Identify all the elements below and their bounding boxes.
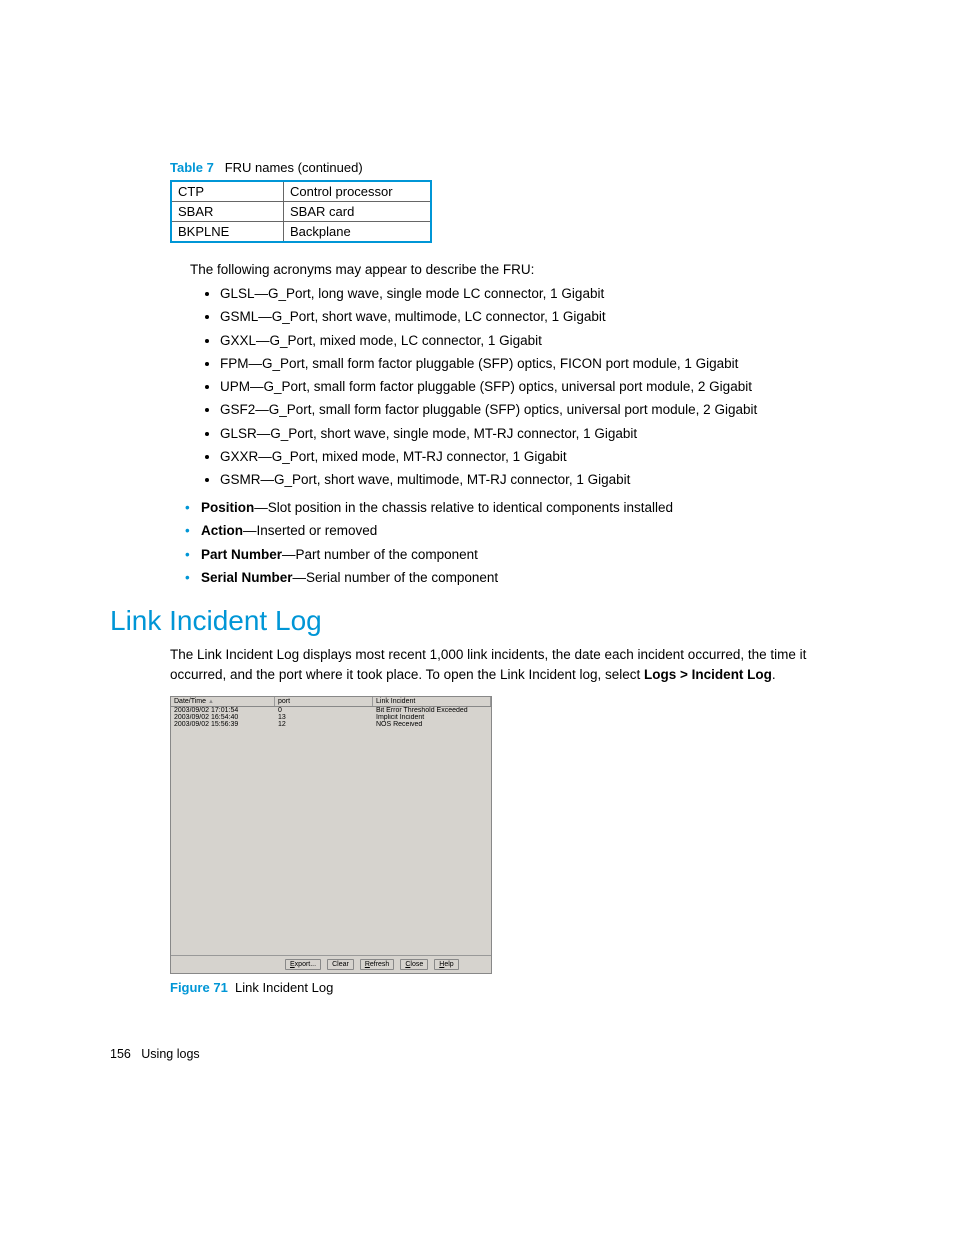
sort-asc-icon: ▲ [208, 699, 214, 705]
list-item: UPM—G_Port, small form factor pluggable … [220, 378, 854, 396]
table-row: BKPLNE Backplane [171, 222, 431, 243]
clear-button[interactable]: Clear [327, 959, 354, 970]
figure-label: Figure 71 [170, 980, 228, 995]
list-item: Position—Slot position in the chassis re… [185, 499, 854, 517]
list-item: GXXL—G_Port, mixed mode, LC connector, 1… [220, 332, 854, 350]
intro-text: The following acronyms may appear to des… [190, 261, 854, 279]
figure-caption: Figure 71 Link Incident Log [170, 980, 854, 995]
col-datetime[interactable]: Date/Time ▲ [171, 697, 275, 706]
log-row[interactable]: 2003/09/02 16:54:40 13 Implicit Incident [171, 714, 491, 721]
cell-datetime: 2003/09/02 15:56:39 [171, 721, 275, 728]
fru-table: CTP Control processor SBAR SBAR card BKP… [170, 180, 432, 243]
section-paragraph: The Link Incident Log displays most rece… [170, 645, 854, 684]
list-item: Action—Inserted or removed [185, 522, 854, 540]
col-port[interactable]: port [275, 697, 373, 706]
def-term: Position [201, 500, 254, 515]
list-item: Part Number—Part number of the component [185, 546, 854, 564]
help-button[interactable]: Help [434, 959, 458, 970]
footer-section: Using logs [141, 1047, 199, 1061]
table-caption: Table 7 FRU names (continued) [170, 160, 854, 175]
list-item: FPM—G_Port, small form factor pluggable … [220, 355, 854, 373]
def-term: Serial Number [201, 570, 293, 585]
figure-title: Link Incident Log [235, 980, 333, 995]
log-window: Date/Time ▲ port Link Incident 2003/09/0… [170, 696, 492, 974]
log-body: 2003/09/02 17:01:54 0 Bit Error Threshol… [171, 707, 491, 955]
def-term: Part Number [201, 547, 282, 562]
log-footer: Export... Clear Refresh Close Help [171, 955, 491, 973]
close-button[interactable]: Close [400, 959, 428, 970]
table-label: Table 7 [170, 160, 214, 175]
list-item: GLSR—G_Port, short wave, single mode, MT… [220, 425, 854, 443]
cell-port: 0 [275, 707, 373, 714]
fru-key: SBAR [171, 202, 284, 222]
def-desc: —Slot position in the chassis relative t… [254, 500, 673, 515]
def-desc: —Inserted or removed [243, 523, 377, 538]
fru-val: Control processor [284, 181, 432, 202]
figure: Date/Time ▲ port Link Incident 2003/09/0… [170, 696, 854, 974]
table-row: SBAR SBAR card [171, 202, 431, 222]
section-heading: Link Incident Log [110, 605, 854, 637]
table-row: CTP Control processor [171, 181, 431, 202]
cell-port: 13 [275, 714, 373, 721]
cell-incident: Bit Error Threshold Exceeded [373, 707, 491, 714]
col-incident[interactable]: Link Incident [373, 697, 491, 706]
cell-datetime: 2003/09/02 17:01:54 [171, 707, 275, 714]
log-row[interactable]: 2003/09/02 17:01:54 0 Bit Error Threshol… [171, 707, 491, 714]
acronym-list: GLSL—G_Port, long wave, single mode LC c… [110, 285, 854, 489]
fru-key: CTP [171, 181, 284, 202]
cell-incident: NOS Received [373, 721, 491, 728]
fru-key: BKPLNE [171, 222, 284, 243]
list-item: GXXR—G_Port, mixed mode, MT-RJ connector… [220, 448, 854, 466]
para-text-end: . [772, 667, 776, 682]
definition-list: Position—Slot position in the chassis re… [110, 499, 854, 587]
list-item: GSF2—G_Port, small form factor pluggable… [220, 401, 854, 419]
list-item: GSMR—G_Port, short wave, multimode, MT-R… [220, 471, 854, 489]
export-button[interactable]: Export... [285, 959, 321, 970]
cell-port: 12 [275, 721, 373, 728]
def-desc: —Part number of the component [282, 547, 478, 562]
log-row[interactable]: 2003/09/02 15:56:39 12 NOS Received [171, 721, 491, 728]
col-label: Date/Time [174, 698, 206, 705]
table-title: FRU names (continued) [225, 160, 363, 175]
fru-val: SBAR card [284, 202, 432, 222]
page-number: 156 [110, 1047, 131, 1061]
cell-datetime: 2003/09/02 16:54:40 [171, 714, 275, 721]
refresh-button[interactable]: Refresh [360, 959, 395, 970]
def-term: Action [201, 523, 243, 538]
cell-incident: Implicit Incident [373, 714, 491, 721]
def-desc: —Serial number of the component [293, 570, 499, 585]
list-item: Serial Number—Serial number of the compo… [185, 569, 854, 587]
list-item: GLSL—G_Port, long wave, single mode LC c… [220, 285, 854, 303]
fru-val: Backplane [284, 222, 432, 243]
log-header-row: Date/Time ▲ port Link Incident [171, 697, 491, 707]
para-bold: Logs > Incident Log [644, 667, 772, 682]
page-footer: 156 Using logs [110, 1047, 854, 1061]
list-item: GSML—G_Port, short wave, multimode, LC c… [220, 308, 854, 326]
